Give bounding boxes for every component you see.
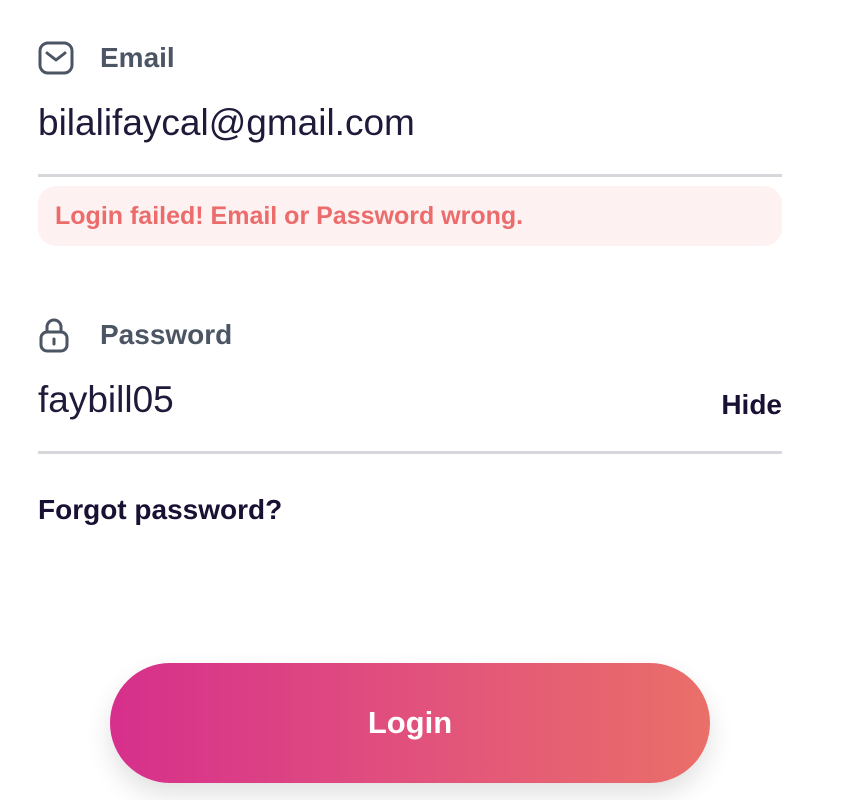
lock-icon (38, 316, 76, 354)
password-input[interactable] (38, 377, 678, 423)
email-label-row: Email (38, 39, 175, 77)
password-label-row: Password (38, 316, 232, 354)
login-button-label: Login (367, 705, 453, 740)
envelope-icon (38, 39, 76, 77)
forgot-password-link[interactable]: Forgot password? (38, 494, 282, 526)
password-divider (38, 451, 782, 454)
error-banner: Login failed! Email or Password wrong. (38, 186, 782, 246)
email-label: Email (100, 42, 175, 73)
email-divider (38, 174, 782, 177)
login-button[interactable]: Login (110, 663, 710, 783)
error-message: Login failed! Email or Password wrong. (55, 201, 524, 230)
password-label: Password (100, 319, 233, 350)
email-input[interactable] (38, 100, 782, 146)
login-form: Email Login failed! Email or Password wr… (0, 0, 842, 800)
hide-password-button[interactable]: Hide (721, 389, 782, 421)
